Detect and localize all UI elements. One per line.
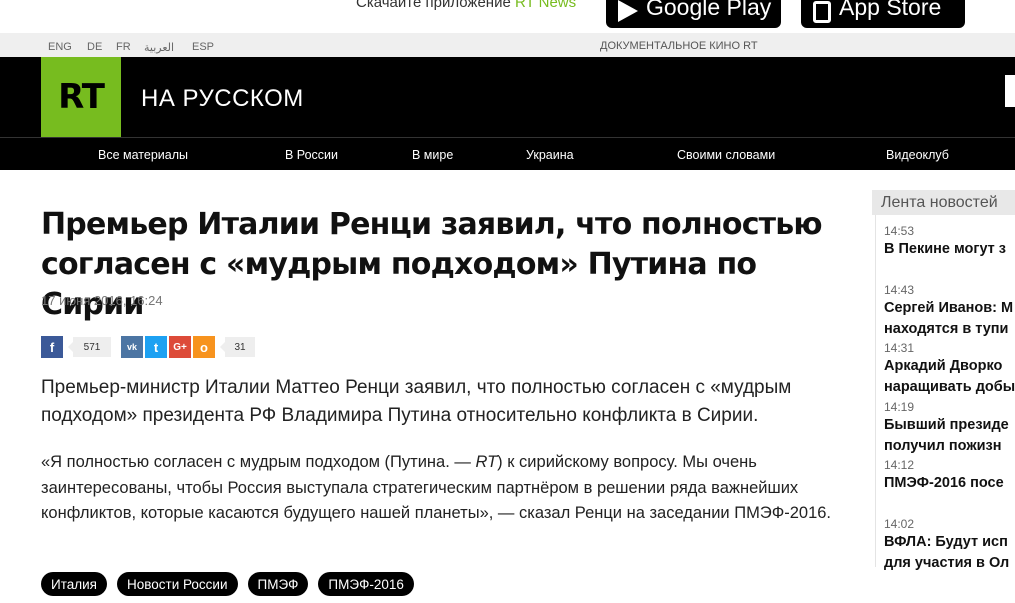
lang-eng[interactable]: ENG <box>48 41 72 53</box>
twitter-icon[interactable]: t <box>145 336 167 358</box>
news-feed: Лента новостей 14:53 В Пекине могут з 14… <box>872 190 1015 603</box>
google-play-button[interactable]: Google Play <box>606 0 781 28</box>
feed-item[interactable]: 14:43 Сергей Иванов: М находятся в тупи <box>875 273 1015 337</box>
tag-spief-2016[interactable]: ПМЭФ-2016 <box>318 572 414 596</box>
article-date: 17 июня 2016, 16:24 <box>41 293 163 308</box>
main-nav: Все материалы В России В мире Украина Св… <box>0 137 1015 170</box>
tag-spief[interactable]: ПМЭФ <box>247 572 309 596</box>
feed-item[interactable]: 14:02 ВФЛА: Будут исп для участия в Ол <box>875 507 1015 571</box>
nav-russia[interactable]: В России <box>285 148 338 162</box>
lang-fr[interactable]: FR <box>116 41 131 53</box>
feed-item[interactable]: 14:53 В Пекине могут з <box>875 215 1015 274</box>
header-edge-tab <box>1005 75 1015 107</box>
lang-ar[interactable]: العربية <box>144 41 174 54</box>
feed-item[interactable]: 14:31 Аркадий Дворко наращивать добы <box>875 332 1015 395</box>
facebook-share-count: 571 <box>68 337 111 357</box>
google-play-label: Google Play <box>646 0 772 20</box>
feed-item[interactable]: 14:12 ПМЭФ-2016 посе <box>875 449 1015 508</box>
lang-de[interactable]: DE <box>87 41 102 53</box>
article-lead: Премьер-министр Италии Маттео Ренци заяв… <box>41 377 792 426</box>
nav-videoclub[interactable]: Видеоклуб <box>886 148 949 162</box>
body-text-part: «Я полностью согласен с мудрым подходом … <box>41 453 476 471</box>
body-text-em: RT <box>475 453 498 471</box>
feed-item-time: 14:53 <box>884 224 915 238</box>
logo-text: RT <box>58 77 105 117</box>
odnoklassniki-icon[interactable]: o <box>193 336 215 358</box>
feed-item-time: 14:31 <box>884 341 915 356</box>
feed-item-text: В Пекине могут з <box>884 241 1007 257</box>
nav-ukraine[interactable]: Украина <box>526 148 574 162</box>
nav-own-words[interactable]: Своими словами <box>677 148 775 162</box>
nav-world[interactable]: В мире <box>412 148 453 162</box>
google-play-icon <box>618 0 638 22</box>
app-store-icon <box>813 1 831 23</box>
google-plus-icon[interactable]: G+ <box>169 336 191 358</box>
app-store-button[interactable]: App Store <box>801 0 965 28</box>
site-header: RT НА РУССКОМ <box>0 57 1015 137</box>
tag-list: Италия Новости России ПМЭФ ПМЭФ-2016 <box>41 572 414 596</box>
feed-item-time: 14:19 <box>884 399 915 414</box>
documentary-link[interactable]: ДОКУМЕНТАЛЬНОЕ КИНО RT <box>600 40 758 52</box>
news-feed-title[interactable]: Лента новостей <box>872 190 1015 215</box>
nav-all-materials[interactable]: Все материалы <box>98 148 188 162</box>
promo-brand-link[interactable]: RT News <box>515 0 576 11</box>
site-title[interactable]: НА РУССКОМ <box>141 85 304 113</box>
feed-item-time: 14:02 <box>884 516 915 531</box>
feed-item-text: ВФЛА: Будут исп для участия в Ол <box>884 533 1010 571</box>
article-body: «Я полностью согласен с мудрым подходом … <box>41 450 866 527</box>
feed-item-time: 14:43 <box>884 282 915 297</box>
feed-item-time: 14:12 <box>884 458 915 473</box>
facebook-icon[interactable]: f <box>41 336 63 358</box>
rt-logo[interactable]: RT <box>41 57 121 137</box>
lang-esp[interactable]: ESP <box>192 41 214 53</box>
promo-label: Скачайте приложение <box>356 0 515 11</box>
odnoklassniki-share-count: 31 <box>220 337 255 357</box>
share-bar: f 571 vk t G+ o 31 <box>41 336 265 358</box>
vk-icon[interactable]: vk <box>121 336 143 358</box>
app-store-label: App Store <box>839 0 942 20</box>
feed-item-text: ПМЭФ-2016 посе <box>884 475 1004 492</box>
language-bar: ENG DE FR العربية ESP ДОКУМЕНТАЛЬНОЕ КИН… <box>0 33 1015 57</box>
promo-text: Скачайте приложение RT News <box>356 0 576 11</box>
app-promo-bar: Скачайте приложение RT News Google Play … <box>0 0 1015 33</box>
tag-italy[interactable]: Италия <box>41 572 107 596</box>
feed-item[interactable]: 14:19 Бывший президе получил пожизн <box>875 390 1015 454</box>
tag-russia-news[interactable]: Новости России <box>116 572 238 596</box>
